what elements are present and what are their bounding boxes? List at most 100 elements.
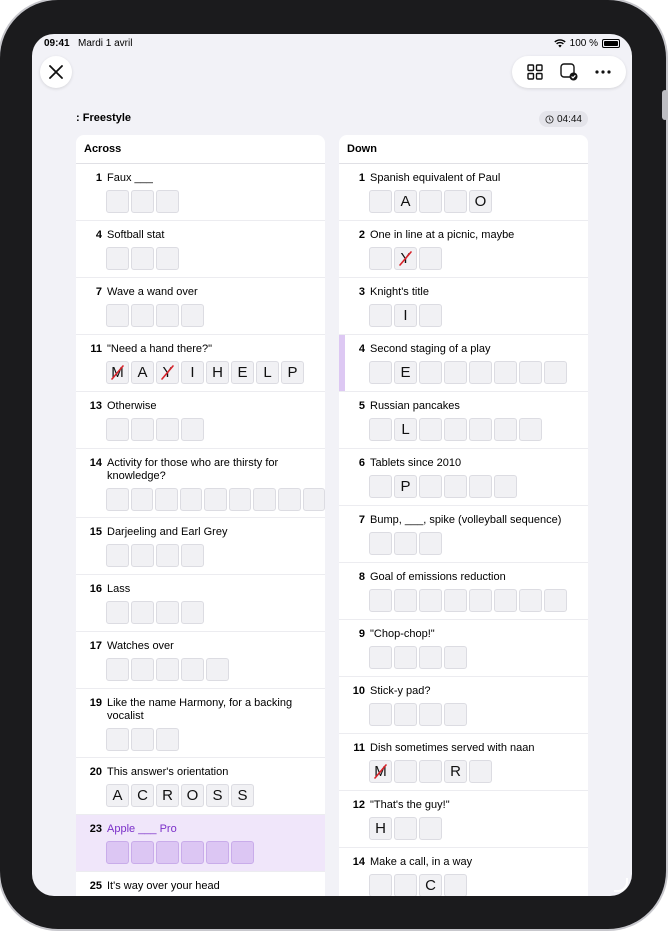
letter-cell[interactable]	[469, 760, 492, 783]
letter-cell[interactable]	[394, 589, 417, 612]
letter-cell[interactable]	[419, 247, 442, 270]
letter-cell[interactable]	[130, 488, 154, 511]
across-clue-14[interactable]: 14 Activity for those who are thirsty for…	[76, 449, 325, 518]
down-clue-5[interactable]: 5 Russian pancakes L	[339, 392, 588, 449]
letter-cell[interactable]	[131, 841, 154, 864]
letter-cell[interactable]: E	[231, 361, 254, 384]
letter-cell[interactable]	[106, 418, 129, 441]
down-clue-7[interactable]: 7 Bump, ___, spike (volleyball sequence)	[339, 506, 588, 563]
letter-cell[interactable]	[419, 589, 442, 612]
letter-cell[interactable]	[394, 703, 417, 726]
letter-cell[interactable]	[519, 589, 542, 612]
down-clue-6[interactable]: 6 Tablets since 2010 P	[339, 449, 588, 506]
letter-cell[interactable]	[419, 703, 442, 726]
letter-cell[interactable]	[131, 601, 154, 624]
across-clue-4[interactable]: 4 Softball stat	[76, 221, 325, 278]
letter-cell[interactable]	[131, 658, 154, 681]
letter-cell[interactable]	[156, 544, 179, 567]
across-clue-13[interactable]: 13 Otherwise	[76, 392, 325, 449]
letter-cell[interactable]	[419, 817, 442, 840]
letter-cell[interactable]	[181, 658, 204, 681]
letter-cell[interactable]	[469, 418, 492, 441]
across-clue-17[interactable]: 17 Watches over	[76, 632, 325, 689]
letter-cell[interactable]	[131, 190, 154, 213]
letter-cell[interactable]	[181, 601, 204, 624]
across-clue-7[interactable]: 7 Wave a wand over	[76, 278, 325, 335]
letter-cell[interactable]: R	[156, 784, 179, 807]
letter-cell[interactable]	[544, 361, 567, 384]
letter-cell[interactable]	[369, 418, 392, 441]
letter-cell[interactable]	[156, 247, 179, 270]
letter-cell[interactable]	[369, 190, 392, 213]
letter-cell[interactable]	[131, 728, 154, 751]
down-clue-11[interactable]: 11Dish sometimes served with naanMR	[339, 734, 588, 791]
letter-cell[interactable]	[419, 190, 442, 213]
letter-cell[interactable]: H	[206, 361, 229, 384]
letter-cell[interactable]	[369, 703, 392, 726]
letter-cell[interactable]: A	[106, 784, 129, 807]
across-clue-15[interactable]: 15 Darjeeling and Earl Grey	[76, 518, 325, 575]
letter-cell[interactable]	[369, 874, 392, 896]
across-clue-25[interactable]: 25 It's way over your head	[76, 872, 325, 896]
letter-cell[interactable]	[106, 247, 129, 270]
letter-cell[interactable]	[155, 488, 178, 511]
down-clue-2[interactable]: 2 One in line at a picnic, maybe Y	[339, 221, 588, 278]
letter-cell[interactable]	[444, 703, 467, 726]
letter-cell[interactable]	[369, 247, 392, 270]
letter-cell[interactable]	[419, 361, 442, 384]
letter-cell[interactable]: Y	[156, 361, 179, 384]
letter-cell[interactable]	[419, 304, 442, 327]
letter-cell[interactable]: L	[394, 418, 417, 441]
letter-cell[interactable]	[156, 418, 179, 441]
across-clue-1[interactable]: 1 Faux ___	[76, 164, 325, 221]
letter-cell[interactable]	[106, 488, 129, 511]
letter-cell[interactable]	[253, 488, 276, 511]
letter-cell[interactable]	[394, 532, 417, 555]
timer-badge[interactable]: 04:44	[538, 111, 588, 127]
letter-cell[interactable]	[106, 728, 129, 751]
down-clue-10[interactable]: 10 Stick-y pad?	[339, 677, 588, 734]
letter-cell[interactable]	[444, 361, 467, 384]
letter-cell[interactable]	[519, 418, 542, 441]
letter-cell[interactable]: M	[369, 760, 392, 783]
letter-cell[interactable]	[444, 475, 467, 498]
letter-cell[interactable]	[494, 589, 517, 612]
letter-cell[interactable]	[469, 361, 492, 384]
letter-cell[interactable]	[494, 475, 517, 498]
letter-cell[interactable]	[419, 532, 442, 555]
letter-cell[interactable]	[156, 304, 179, 327]
letter-cell[interactable]	[231, 841, 254, 864]
letter-cell[interactable]: I	[394, 304, 417, 327]
letter-cell[interactable]	[181, 304, 204, 327]
letter-cell[interactable]: H	[369, 817, 392, 840]
letter-cell[interactable]	[106, 601, 129, 624]
letter-cell[interactable]	[369, 646, 392, 669]
letter-cell[interactable]	[419, 760, 442, 783]
letter-cell[interactable]	[131, 247, 154, 270]
more-button[interactable]	[589, 58, 617, 86]
letter-cell[interactable]: E	[394, 361, 417, 384]
letter-cell[interactable]	[444, 418, 467, 441]
letter-cell[interactable]	[302, 488, 325, 511]
letter-cell[interactable]	[181, 418, 204, 441]
letter-cell[interactable]	[444, 646, 467, 669]
letter-cell[interactable]	[156, 658, 179, 681]
down-clue-1[interactable]: 1 Spanish equivalent of Paul A O	[339, 164, 588, 221]
letter-cell[interactable]	[106, 544, 129, 567]
letter-cell[interactable]	[277, 488, 301, 511]
down-clue-3[interactable]: 3 Knight's title I	[339, 278, 588, 335]
across-clue-23[interactable]: 23 Apple ___ Pro	[76, 815, 325, 872]
letter-cell[interactable]	[204, 488, 227, 511]
letter-cell[interactable]	[519, 361, 542, 384]
down-clue-12[interactable]: 12 "That's the guy!" H	[339, 791, 588, 848]
letter-cell[interactable]	[544, 589, 567, 612]
letter-cell[interactable]: P	[281, 361, 304, 384]
letter-cell[interactable]	[369, 589, 392, 612]
letter-cell[interactable]	[206, 841, 229, 864]
letter-cell[interactable]	[179, 488, 203, 511]
letter-cell[interactable]	[444, 589, 467, 612]
letter-cell[interactable]: I	[181, 361, 204, 384]
letter-cell[interactable]	[394, 646, 417, 669]
letter-cell[interactable]	[106, 841, 129, 864]
letter-cell[interactable]: S	[231, 784, 254, 807]
